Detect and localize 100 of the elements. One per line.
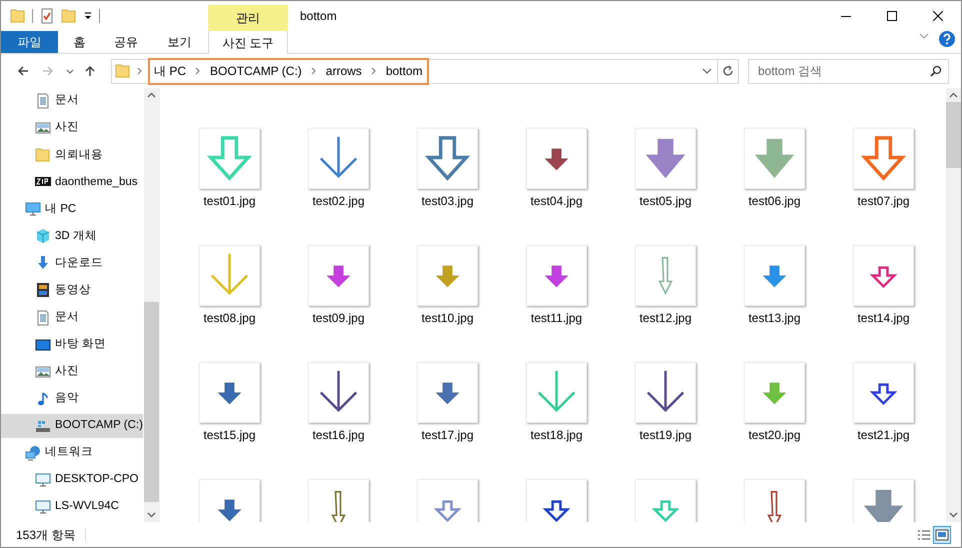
arrow-thumbnail[interactable] (635, 128, 696, 189)
arrow-thumbnail[interactable] (635, 362, 696, 423)
help-icon[interactable] (939, 31, 955, 47)
file-name: test20.jpg (748, 427, 801, 444)
scrollbar[interactable] (144, 88, 159, 522)
chevron-right-icon (310, 66, 318, 76)
computer-icon (25, 201, 41, 218)
arrow-thumbnail[interactable] (417, 128, 478, 189)
arrow-thumbnail[interactable] (526, 245, 587, 306)
arrow-thumbnail[interactable] (526, 128, 587, 189)
computer-icon (35, 498, 51, 515)
file-name: test04.jpg (530, 193, 583, 210)
arrow-thumbnail[interactable] (199, 245, 260, 306)
network-icon (25, 444, 41, 461)
up-arrow-icon (84, 65, 96, 77)
arrow-thumbnail[interactable] (199, 362, 260, 423)
chevron-right-icon (194, 66, 202, 76)
window-title: bottom (300, 8, 337, 25)
breadcrumb[interactable]: BOOTCAMP (C:) (210, 62, 302, 80)
arrow-thumbnail[interactable] (526, 479, 587, 522)
sidebar-item[interactable]: BOOTCAMP (C:) (1, 414, 143, 438)
arrow-thumbnail[interactable] (853, 128, 914, 189)
file-name: test18.jpg (530, 427, 583, 444)
address-bar[interactable]: 내 PC BOOTCAMP (C:) arrows bottom (111, 58, 739, 84)
arrow-thumbnail[interactable] (417, 479, 478, 522)
picture-icon (35, 120, 51, 136)
file-name: test15.jpg (203, 427, 256, 444)
sidebar-item[interactable]: 내 PC (1, 197, 76, 222)
sidebar-item[interactable]: DESKTOP-CPO (1, 468, 138, 492)
arrow-thumbnail[interactable] (199, 128, 260, 189)
scrollbar-thumb[interactable] (946, 102, 961, 168)
sidebar-item[interactable]: LS-WVL94C (1, 494, 119, 519)
maximize-icon (887, 11, 897, 21)
file-name: test05.jpg (639, 193, 692, 210)
sidebar-item[interactable]: daontheme_bus (1, 170, 138, 194)
desktop-icon (35, 336, 51, 353)
sidebar-item[interactable]: 문서 (1, 89, 79, 113)
sidebar-item[interactable]: 동영상 (1, 278, 91, 302)
sidebar-item[interactable]: 사진 (1, 360, 79, 384)
thumbnail-view-button[interactable] (933, 526, 951, 544)
film-icon (35, 282, 51, 298)
search-field[interactable]: bottom 검색 (748, 58, 949, 84)
chevron-down-icon[interactable] (702, 66, 712, 76)
ribbon-tab[interactable]: 보기 (151, 31, 208, 53)
arrow-thumbnail[interactable] (526, 362, 587, 423)
file-name: test16.jpg (312, 427, 365, 444)
breadcrumb[interactable]: 내 PC (154, 62, 186, 80)
scrollbar-thumb[interactable] (144, 302, 159, 502)
chevron-right-icon (136, 66, 144, 76)
file-name: test13.jpg (748, 310, 801, 327)
file-name: test14.jpg (857, 310, 910, 327)
details-view-icon (917, 528, 931, 540)
breadcrumb[interactable]: bottom (386, 62, 422, 80)
refresh-icon (722, 65, 734, 77)
arrow-thumbnail[interactable] (417, 245, 478, 306)
arrow-thumbnail[interactable] (635, 479, 696, 522)
arrow-thumbnail[interactable] (853, 479, 914, 522)
back-arrow-icon (17, 65, 29, 77)
sidebar-item[interactable]: 3D 개체 (1, 224, 97, 248)
sidebar-item[interactable]: 의뢰내용 (1, 143, 103, 168)
arrow-thumbnail[interactable] (853, 245, 914, 306)
sidebar-item[interactable]: 바탕 화면 (1, 332, 106, 357)
arrow-thumbnail[interactable] (308, 245, 369, 306)
arrow-thumbnail[interactable] (308, 479, 369, 522)
item-count: 153개 항목 (16, 526, 76, 544)
tab-group-label: 관리 (208, 5, 288, 31)
file-name: test07.jpg (857, 193, 910, 210)
arrow-thumbnail[interactable] (199, 479, 260, 522)
arrow-thumbnail[interactable] (744, 362, 805, 423)
sidebar-item[interactable]: 음악 (1, 386, 79, 411)
ribbon-tab[interactable]: 사진 도구 (208, 31, 288, 54)
document-icon (35, 310, 51, 326)
file-name: test01.jpg (203, 193, 256, 210)
cube-icon (35, 228, 51, 244)
arrow-thumbnail[interactable] (308, 128, 369, 189)
close-icon (933, 11, 943, 21)
sidebar-item[interactable]: 다운로드 (1, 251, 103, 276)
file-name: test19.jpg (639, 427, 692, 444)
arrow-thumbnail[interactable] (744, 245, 805, 306)
breadcrumb[interactable]: arrows (326, 62, 362, 80)
sidebar-item[interactable]: 사진 (1, 116, 79, 140)
arrow-thumbnail[interactable] (417, 362, 478, 423)
sidebar-item[interactable]: 문서 (1, 306, 79, 330)
sidebar-item[interactable]: 네트워크 (1, 440, 93, 465)
forward-arrow-icon (42, 65, 54, 77)
scrollbar[interactable] (946, 88, 961, 522)
document-icon (35, 93, 51, 109)
ribbon-tab[interactable]: 파일 (1, 31, 58, 53)
file-name: test12.jpg (639, 310, 692, 327)
arrow-thumbnail[interactable] (308, 362, 369, 423)
file-name: test21.jpg (857, 427, 910, 444)
dropdown-icon[interactable] (83, 11, 93, 21)
arrow-thumbnail[interactable] (635, 245, 696, 306)
file-name: test09.jpg (312, 310, 365, 327)
ribbon-tab[interactable]: 공유 (101, 31, 151, 53)
arrow-thumbnail[interactable] (744, 479, 805, 522)
arrow-thumbnail[interactable] (744, 128, 805, 189)
arrow-thumbnail[interactable] (853, 362, 914, 423)
ribbon-tab[interactable]: 홈 (58, 31, 101, 53)
checklist-icon[interactable] (39, 8, 55, 24)
